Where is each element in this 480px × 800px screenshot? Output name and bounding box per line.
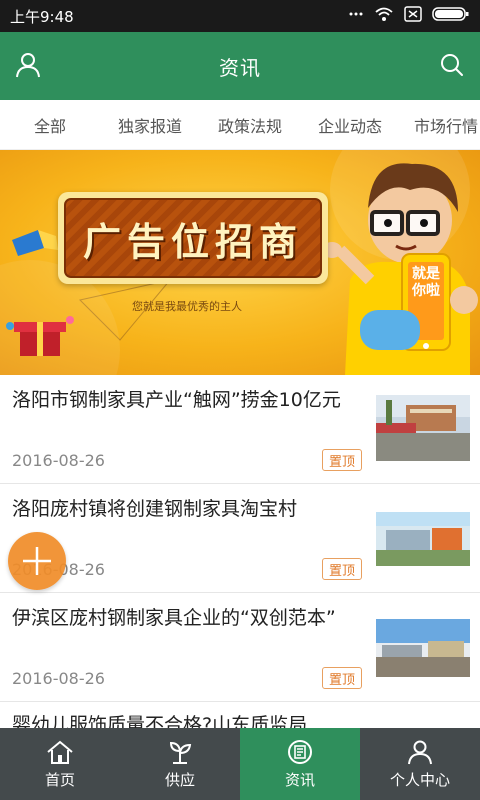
ad-headline-board: 广告位招商: [58, 192, 328, 284]
user-icon: [408, 740, 432, 764]
phone-text: 就是你啦: [412, 266, 440, 299]
status-time: 上午9:48: [10, 7, 74, 26]
pinned-badge: 置顶: [322, 558, 362, 580]
pinned-badge: 置顶: [322, 667, 362, 689]
news-title: 洛阳市钢制家具产业“触网”捞金10亿元: [12, 389, 341, 411]
bottom-nav: 首页 供应 资讯 个人中心: [0, 728, 480, 800]
wifi-icon: [374, 6, 394, 26]
tab-all[interactable]: 全部: [0, 113, 100, 137]
app-header: 资讯: [0, 32, 480, 100]
ad-tagline: 您就是我最优秀的主人: [132, 300, 242, 313]
tab-market[interactable]: 市场行情: [400, 113, 480, 137]
news-thumbnail: [376, 619, 470, 677]
news-item[interactable]: 婴幼儿服饰质量不合格?山东质监局: [0, 702, 480, 736]
news-item[interactable]: 伊滨区庞村钢制家具企业的“双创范本” 2016-08-26 置顶: [0, 593, 480, 702]
user-icon: [16, 53, 40, 78]
news-item[interactable]: 洛阳市钢制家具产业“触网”捞金10亿元 2016-08-26 置顶: [0, 375, 480, 484]
page-title: 资讯: [219, 55, 261, 80]
news-title: 洛阳庞村镇将创建钢制家具淘宝村: [12, 498, 298, 520]
app-screen: 上午9:48 资讯 全部 独家报道 政策法规 企业动态 市场行情 广告位招商 您…: [0, 0, 480, 800]
news-thumbnail: [376, 512, 470, 566]
news-item[interactable]: 洛阳庞村镇将创建钢制家具淘宝村 2016-08-26 置顶: [0, 484, 480, 593]
plant-icon: [169, 741, 192, 764]
nav-news[interactable]: 资讯: [240, 728, 360, 800]
category-tabs: 全部 独家报道 政策法规 企业动态 市场行情: [0, 100, 480, 150]
home-icon: [47, 740, 73, 764]
ad-banner[interactable]: 广告位招商 您就是我最优秀的主人 就是你啦: [0, 150, 480, 375]
search-button[interactable]: [436, 48, 468, 82]
status-bar: 上午9:48: [0, 0, 480, 32]
tab-exclusive[interactable]: 独家报道: [100, 113, 200, 137]
nav-home[interactable]: 首页: [0, 728, 120, 800]
add-button[interactable]: [8, 532, 66, 590]
news-icon: [288, 739, 312, 764]
nav-profile-label: 个人中心: [389, 770, 450, 789]
news-title: 伊滨区庞村钢制家具企业的“双创范本”: [12, 607, 336, 629]
plus-icon: [23, 547, 51, 575]
nav-supply-label: 供应: [164, 770, 195, 789]
search-icon: [441, 54, 463, 76]
more-dots-icon: [348, 6, 364, 26]
nav-supply[interactable]: 供应: [120, 728, 240, 800]
no-sim-icon: [404, 6, 422, 26]
news-list: 洛阳市钢制家具产业“触网”捞金10亿元 2016-08-26 置顶 洛阳庞村镇将…: [0, 375, 480, 736]
news-thumbnail: [376, 395, 470, 461]
status-icons: [348, 6, 470, 26]
ad-headline: 广告位招商: [82, 219, 303, 264]
tab-policy[interactable]: 政策法规: [200, 113, 300, 137]
news-date: 2016-08-26: [12, 669, 105, 688]
news-date: 2016-08-26: [12, 451, 105, 470]
profile-button[interactable]: [12, 48, 44, 82]
tab-company-news[interactable]: 企业动态: [300, 113, 400, 137]
nav-news-label: 资讯: [284, 770, 315, 789]
nav-home-label: 首页: [44, 770, 75, 789]
nav-profile[interactable]: 个人中心: [360, 728, 480, 800]
battery-icon: [432, 6, 470, 26]
pinned-badge: 置顶: [322, 449, 362, 471]
